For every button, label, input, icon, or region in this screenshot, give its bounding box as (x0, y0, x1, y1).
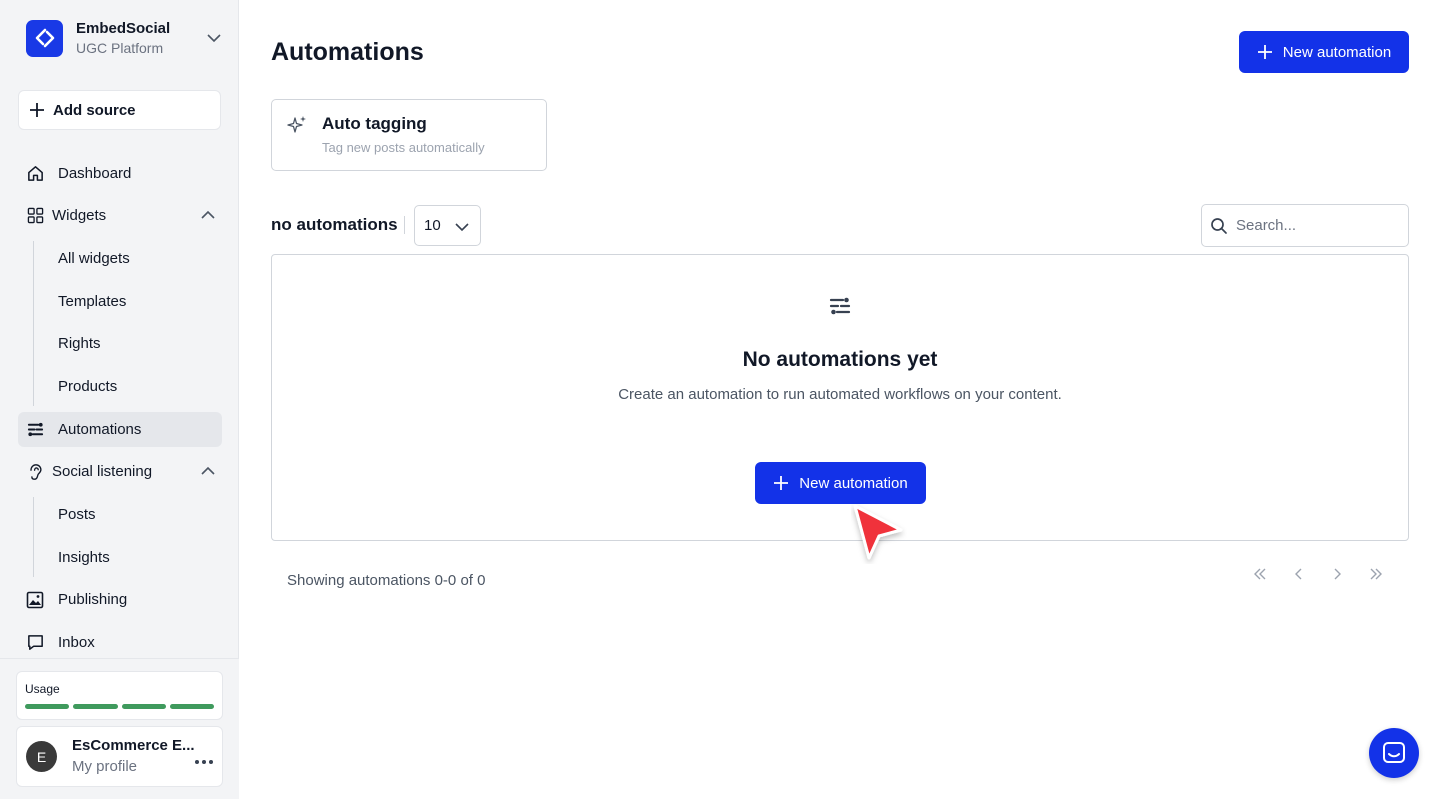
usage-segment (169, 704, 214, 709)
support-chat-button[interactable] (1369, 728, 1419, 778)
plus-icon (30, 103, 44, 117)
usage-label: Usage (25, 682, 60, 696)
sidebar-item-label: Automations (58, 421, 142, 438)
sidebar-item-all-widgets[interactable]: All widgets (58, 243, 130, 273)
empty-new-automation-button[interactable]: New automation (755, 462, 926, 504)
plus-icon (774, 476, 789, 490)
profile-subtitle: My profile (72, 757, 138, 775)
usage-segment (73, 704, 118, 709)
profile-name: EsCommerce E... (72, 736, 195, 754)
sidebar-item-automations[interactable]: Automations (18, 412, 222, 447)
home-icon (25, 164, 45, 184)
chevron-up-icon[interactable] (200, 207, 216, 227)
pointer-cursor-icon (851, 502, 907, 569)
sidebar-footer: Usage E EsCommerce E... My profile (0, 658, 239, 799)
last-page-icon[interactable] (1364, 564, 1388, 584)
new-automation-button[interactable]: New automation (1239, 31, 1409, 73)
sidebar-item-label: Dashboard (58, 165, 132, 182)
chevron-up-icon[interactable] (200, 463, 216, 483)
sidebar-item-insights[interactable]: Insights (58, 542, 110, 572)
first-page-icon[interactable] (1248, 564, 1272, 584)
empty-state-title: No automations yet (742, 348, 938, 371)
pagination-summary: Showing automations 0-0 of 0 (287, 572, 486, 589)
card-subtitle: Tag new posts automatically (322, 140, 485, 155)
sidebar-item-label: Widgets (52, 207, 107, 224)
sidebar-item-rights[interactable]: Rights (58, 328, 101, 358)
usage-segment (121, 704, 166, 709)
sidebar-item-label: Publishing (58, 591, 128, 608)
brand-subtitle: UGC Platform (76, 39, 164, 56)
grid-icon (25, 206, 45, 226)
search-icon (1211, 217, 1227, 234)
avatar: E (26, 741, 57, 772)
image-icon (25, 590, 45, 610)
submenu-line (33, 241, 34, 406)
sidebar-item-posts[interactable]: Posts (58, 499, 96, 529)
card-title: Auto tagging (322, 114, 427, 133)
per-page-value: 10 (424, 217, 441, 234)
ear-icon (25, 462, 45, 482)
divider (404, 216, 405, 234)
sidebar-item-inbox[interactable]: Inbox (18, 625, 222, 660)
chevron-down-icon[interactable] (206, 30, 222, 51)
usage-meter (25, 704, 214, 709)
page-title: Automations (271, 38, 424, 66)
more-horizontal-icon[interactable] (194, 752, 214, 770)
sidebar-item-dashboard[interactable]: Dashboard (18, 156, 222, 191)
sidebar-item-label: Social listening (52, 463, 153, 480)
add-source-button[interactable]: Add source (18, 90, 221, 130)
brand-switcher[interactable]: EmbedSocial UGC Platform (26, 18, 222, 58)
sidebar-item-social-listening[interactable]: Social listening (18, 454, 222, 489)
search-box[interactable] (1201, 204, 1409, 247)
add-source-label: Add source (53, 101, 136, 119)
empty-state-description: Create an automation to run automated wo… (618, 386, 1062, 403)
embedsocial-logo-icon (26, 19, 63, 57)
sidebar-item-widgets[interactable]: Widgets (18, 198, 222, 233)
sparkles-icon (286, 114, 308, 141)
sidebar-item-label: Inbox (58, 634, 95, 651)
automation-icon (25, 420, 45, 440)
per-page-select[interactable]: 10 (414, 205, 481, 246)
automation-count: no automations (271, 215, 398, 234)
next-page-icon[interactable] (1325, 564, 1349, 584)
sidebar: EmbedSocial UGC Platform Add source Dash… (0, 0, 239, 799)
chat-bubble-icon (25, 633, 45, 653)
profile-menu[interactable]: E EsCommerce E... My profile (16, 726, 223, 787)
automation-icon (828, 295, 852, 322)
chevron-down-icon (455, 223, 469, 232)
sidebar-item-publishing[interactable]: Publishing (18, 582, 222, 617)
plus-icon (1257, 45, 1272, 59)
new-automation-label: New automation (1282, 43, 1392, 61)
previous-page-icon[interactable] (1287, 564, 1311, 584)
usage-segment (25, 704, 70, 709)
new-automation-label: New automation (799, 474, 908, 492)
empty-state: No automations yet Create an automation … (271, 254, 1409, 541)
submenu-line (33, 497, 34, 577)
sidebar-item-products[interactable]: Products (58, 371, 117, 401)
usage-widget[interactable]: Usage (16, 671, 223, 720)
brand-name: EmbedSocial (76, 19, 171, 37)
sidebar-item-templates[interactable]: Templates (58, 286, 126, 316)
chat-icon (1383, 742, 1405, 763)
search-input[interactable] (1236, 217, 1396, 234)
auto-tagging-template-card[interactable]: Auto tagging Tag new posts automatically (271, 99, 547, 171)
